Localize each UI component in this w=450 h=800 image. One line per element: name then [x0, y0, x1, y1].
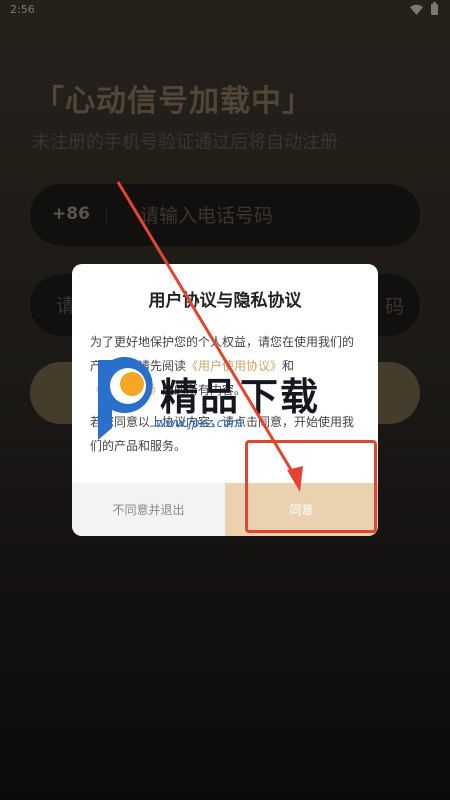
- agree-button[interactable]: 同意: [225, 483, 378, 536]
- para1-text-b: 和: [282, 359, 295, 373]
- para1-text-c: 内的所有内容。: [162, 383, 247, 397]
- dialog-body: 为了更好地保护您的个人权益，请您在使用我们的产品前，请先阅读《用户使用协议》和《…: [90, 330, 362, 466]
- dialog-paragraph-1: 为了更好地保护您的个人权益，请您在使用我们的产品前，请先阅读《用户使用协议》和《…: [90, 330, 362, 402]
- user-agreement-link[interactable]: 《用户使用协议》: [186, 359, 282, 373]
- dialog-title: 用户协议与隐私协议: [148, 291, 302, 311]
- dialog-buttons: 不同意并退出 同意: [72, 483, 378, 536]
- disagree-button[interactable]: 不同意并退出: [72, 483, 225, 536]
- agreement-dialog: 用户协议与隐私协议 为了更好地保护您的个人权益，请您在使用我们的产品前，请先阅读…: [72, 264, 378, 536]
- privacy-link[interactable]: 《隐私条例》: [90, 383, 162, 397]
- dialog-paragraph-2: 若您同意以上协议内容，请点击同意，开始使用我们的产品和服务。: [90, 415, 355, 453]
